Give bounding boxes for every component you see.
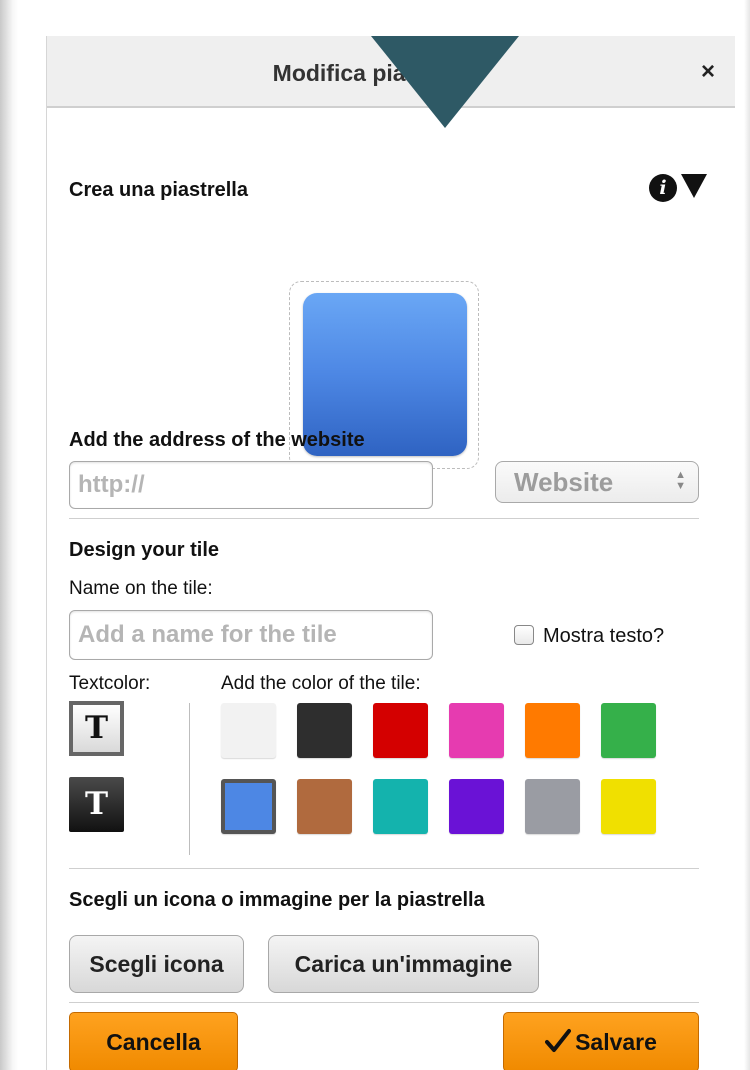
section-divider (69, 1002, 699, 1003)
save-button-label: Salvare (575, 1029, 657, 1055)
tile-color-swatch[interactable] (525, 703, 580, 758)
textcolor-black-option[interactable]: T (69, 777, 124, 832)
tile-color-swatch[interactable] (449, 779, 504, 834)
cancel-button[interactable]: Cancella (69, 1012, 238, 1070)
link-type-select-value: Website (514, 467, 614, 497)
textcolor-label: Textcolor: (69, 673, 151, 694)
link-type-select[interactable]: Website ▲ ▼ (495, 461, 699, 503)
tile-color-swatch[interactable] (373, 779, 428, 834)
save-button[interactable]: Salvare (503, 1012, 699, 1070)
website-address-heading: Add the address of the website (69, 429, 365, 451)
edit-tile-dialog: Modifica piastrella × Crea una piastrell… (46, 36, 735, 1070)
upload-image-button[interactable]: Carica un'immagine (268, 935, 539, 993)
tile-color-swatch[interactable] (221, 703, 276, 758)
page-left-shadow (0, 0, 18, 1070)
tile-color-swatch[interactable] (601, 703, 656, 758)
section-divider (69, 518, 699, 519)
create-tile-heading: Crea una piastrella (69, 179, 248, 201)
url-input[interactable] (69, 461, 433, 509)
show-text-label: Mostra testo? (543, 625, 665, 647)
pointer-arrow-icon (371, 36, 519, 128)
tile-color-label: Add the color of the tile: (221, 673, 421, 694)
design-tile-heading: Design your tile (69, 539, 220, 561)
textcolor-separator (189, 703, 190, 855)
tile-color-swatch[interactable] (373, 703, 428, 758)
tile-color-swatch[interactable] (297, 779, 352, 834)
close-icon[interactable]: × (691, 55, 725, 89)
show-text-checkbox[interactable] (514, 625, 534, 645)
tile-color-swatch[interactable] (525, 779, 580, 834)
tile-color-swatch[interactable] (297, 703, 352, 758)
tile-color-swatch[interactable] (601, 779, 656, 834)
section-divider (69, 868, 699, 869)
info-icon[interactable]: i (649, 174, 677, 202)
select-arrows-icon: ▲ ▼ (675, 469, 686, 492)
page-right-edge (744, 0, 750, 1070)
tile-color-swatch[interactable] (449, 703, 504, 758)
icon-image-heading: Scegli un icona o immagine per la piastr… (69, 889, 485, 911)
tile-name-label: Name on the tile: (69, 578, 213, 599)
triangle-down-icon[interactable] (681, 174, 707, 198)
checkmark-icon (545, 1029, 572, 1052)
tile-name-input[interactable] (69, 610, 433, 660)
tile-color-swatch[interactable] (221, 779, 276, 834)
textcolor-white-option[interactable]: T (69, 701, 124, 756)
choose-icon-button[interactable]: Scegli icona (69, 935, 244, 993)
